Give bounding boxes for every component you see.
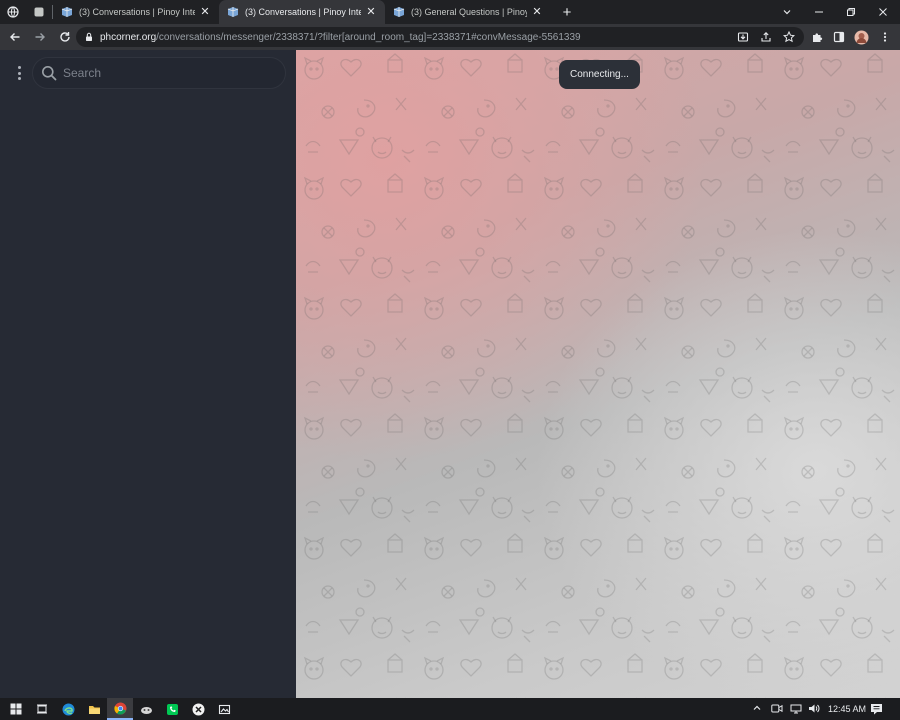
edge-app-button[interactable] [55,698,81,720]
reload-icon [60,32,70,42]
chevron-down-icon [783,10,791,15]
page-icon [34,7,44,17]
profile-avatar[interactable] [852,28,870,46]
tab-search-button[interactable] [771,0,803,24]
tab-title: (3) General Questions | Pinoy Inte [411,7,527,17]
notifications-button[interactable] [870,698,883,720]
plus-icon: + [562,3,572,21]
extensions-button[interactable] [808,28,826,46]
folder-icon [88,705,100,714]
tab-general-questions[interactable]: (3) General Questions | Pinoy Inte ✕ [385,0,551,24]
menu-dot [17,77,21,80]
close-tab-icon[interactable]: ✕ [199,6,211,18]
share-button[interactable] [757,28,775,46]
more-vertical-icon [883,32,887,42]
browser-toolbar: phcorner.org/conversations/messenger/233… [0,24,900,50]
messaging-app-button[interactable] [159,698,185,720]
menu-dot [17,71,21,75]
tool-app-button[interactable] [185,698,211,720]
share-icon [761,32,771,42]
clock-time[interactable]: 12:45 AM [828,704,866,714]
tool-app-icon [192,703,204,715]
main-menu-button[interactable] [11,65,27,81]
restore-button[interactable] [835,0,867,24]
tab-title: (3) Conversations | Pinoy Internet [79,7,195,17]
volume-icon[interactable] [808,703,820,716]
pinned-tab-globe[interactable] [0,0,26,24]
menu-dot [17,66,21,69]
phcorner-favicon-icon [227,7,239,17]
lock-icon [86,32,92,41]
chevron-up-icon[interactable] [752,703,762,715]
chat-sidebar [0,50,296,698]
reload-button[interactable] [54,26,76,48]
game-app-icon [140,706,152,714]
install-app-button[interactable] [734,28,752,46]
game-app-button[interactable] [133,698,159,720]
start-button[interactable] [3,698,29,720]
notification-icon [871,704,882,715]
system-tray: 12:45 AM [752,698,866,720]
connection-status-badge: Connecting... [559,60,640,89]
pinned-tab-page[interactable] [26,0,52,24]
side-panel-icon [833,31,845,43]
tab-conversations-2[interactable]: (3) Conversations | Pinoy Internet ✕ [219,0,385,24]
network-icon[interactable] [790,703,802,716]
close-icon [879,8,887,16]
search-box[interactable] [32,57,286,89]
phone-icon [166,703,178,715]
phcorner-favicon-icon [61,7,73,17]
windows-taskbar: 12:45 AM [0,698,900,720]
arrow-left-icon [10,33,20,41]
install-icon [737,32,749,42]
tab-title: (3) Conversations | Pinoy Internet [245,7,361,17]
new-tab-button[interactable]: + [557,2,577,22]
minimize-button[interactable] [803,0,835,24]
edge-icon [62,703,74,715]
bookmark-button[interactable] [780,28,798,46]
close-tab-icon[interactable]: ✕ [365,6,377,18]
chrome-menu-button[interactable] [876,28,894,46]
puzzle-icon [813,33,823,42]
search-input[interactable] [63,66,263,80]
back-button[interactable] [4,26,26,48]
restore-icon [847,8,855,16]
star-icon [783,31,795,43]
globe-icon [7,6,19,18]
url-host: phcorner.org [100,31,157,43]
arrow-right-icon [35,33,45,41]
search-icon [42,66,57,81]
url-path: /conversations/messenger/2338371/?filter… [156,31,581,43]
task-view-button[interactable] [29,698,55,720]
wallpaper-pattern [296,50,900,698]
minimize-icon [815,11,823,13]
meet-now-icon[interactable] [771,703,783,716]
avatar-icon [854,30,868,44]
task-view-icon [37,704,47,714]
address-bar[interactable]: phcorner.org/conversations/messenger/233… [76,27,804,47]
file-explorer-button[interactable] [81,698,107,720]
windows-logo-icon [10,703,22,715]
chat-panel: Connecting... [296,50,900,698]
capture-app-icon [218,704,230,714]
forward-button[interactable] [29,26,51,48]
chrome-icon [113,702,126,715]
side-panel-button[interactable] [830,28,848,46]
close-window-button[interactable] [867,0,899,24]
close-tab-icon[interactable]: ✕ [531,6,543,18]
phcorner-favicon-icon [393,7,405,17]
browser-tab-strip: (3) Conversations | Pinoy Internet ✕ (3)… [0,0,900,24]
chrome-app-button[interactable] [107,698,133,720]
tab-conversations-1[interactable]: (3) Conversations | Pinoy Internet ✕ [53,0,219,24]
capture-app-button[interactable] [211,698,237,720]
